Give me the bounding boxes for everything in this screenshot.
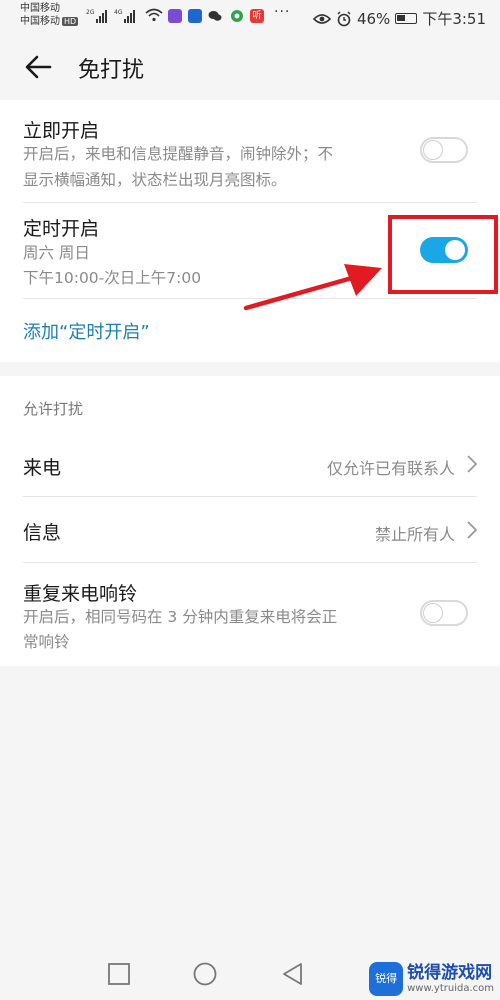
immediate-enable-title: 立即开启 xyxy=(23,120,100,142)
divider xyxy=(23,562,477,563)
listen-app-icon: 听 xyxy=(250,9,264,23)
title-bar: 免打扰 xyxy=(0,36,500,100)
toggle-knob xyxy=(423,140,443,160)
toggle-knob xyxy=(423,603,443,623)
clock: 下午3:51 xyxy=(422,10,486,28)
signal-1-icon: 2G xyxy=(86,9,108,23)
allow-interruptions-card: 允许打扰 来电 仅允许已有联系人 信息 禁止所有人 重复来电响铃 开启后，相同号… xyxy=(0,376,500,666)
repeat-calls-toggle[interactable] xyxy=(420,600,468,626)
watermark-url: www.ytruida.com xyxy=(407,983,494,994)
repeat-calls-title: 重复来电响铃 xyxy=(23,583,138,605)
calls-label: 来电 xyxy=(23,457,62,479)
repeat-calls-desc-line1: 开启后，相同号码在 3 分钟内重复来电将会正 xyxy=(23,608,338,626)
scheduled-days: 周六 周日 xyxy=(23,244,90,262)
eye-comfort-icon xyxy=(312,13,331,24)
wifi-icon xyxy=(145,8,163,22)
divider xyxy=(23,496,477,497)
messages-value[interactable]: 禁止所有人 xyxy=(375,521,455,545)
hd-badge: HD xyxy=(62,17,79,26)
chevron-right-icon[interactable] xyxy=(466,454,478,474)
battery-icon xyxy=(395,13,418,24)
browser-app-icon xyxy=(231,10,243,22)
alarm-icon xyxy=(337,11,351,26)
status-bar: 中国移动 中国移动 HD 2G 4G 听 ··· 46% 下午3:51 xyxy=(0,0,500,36)
scheduled-enable-title: 定时开启 xyxy=(23,218,100,240)
video-app-icon xyxy=(168,9,182,23)
carrier-2: 中国移动 xyxy=(20,16,60,27)
annotation-highlight-box xyxy=(388,215,498,294)
back-arrow-icon[interactable] xyxy=(22,50,56,84)
wechat-icon xyxy=(208,11,222,21)
immediate-enable-toggle[interactable] xyxy=(420,137,468,163)
annotation-arrow-icon xyxy=(243,264,382,311)
watermark: 锐得 锐得游戏网 www.ytruida.com xyxy=(369,962,494,996)
circle-icon[interactable] xyxy=(192,961,218,987)
watermark-logo: 锐得 xyxy=(369,962,404,996)
messages-label: 信息 xyxy=(23,522,62,544)
add-schedule-link[interactable]: 添加“定时开启” xyxy=(23,318,150,344)
chevron-right-icon[interactable] xyxy=(466,520,478,540)
status-right: 46% 下午3:51 xyxy=(312,8,486,29)
allow-section-label: 允许打扰 xyxy=(23,400,84,418)
carrier-info: 中国移动 中国移动 HD xyxy=(20,2,79,28)
triangle-icon[interactable] xyxy=(280,961,306,987)
repeat-calls-desc-line2: 常响铃 xyxy=(23,633,70,651)
immediate-enable-desc-line1: 开启后，来电和信息提醒静音，闹钟除外；不 xyxy=(23,145,334,163)
calls-value[interactable]: 仅允许已有联系人 xyxy=(327,455,455,479)
square-icon[interactable] xyxy=(106,961,132,987)
battery-percent: 46% xyxy=(356,9,391,28)
page-title: 免打扰 xyxy=(78,58,145,83)
immediate-enable-desc-line2: 显示横幅通知，状态栏出现月亮图标。 xyxy=(23,171,287,189)
more-notifications-icon: ··· xyxy=(274,4,291,20)
signal-2-icon: 4G xyxy=(114,9,136,23)
scheduled-time-range: 下午10:00-次日上午7:00 xyxy=(23,269,202,287)
carrier-1: 中国移动 xyxy=(20,3,60,14)
shield-app-icon xyxy=(188,9,202,23)
watermark-name: 锐得游戏网 xyxy=(407,963,493,983)
divider xyxy=(23,202,477,203)
